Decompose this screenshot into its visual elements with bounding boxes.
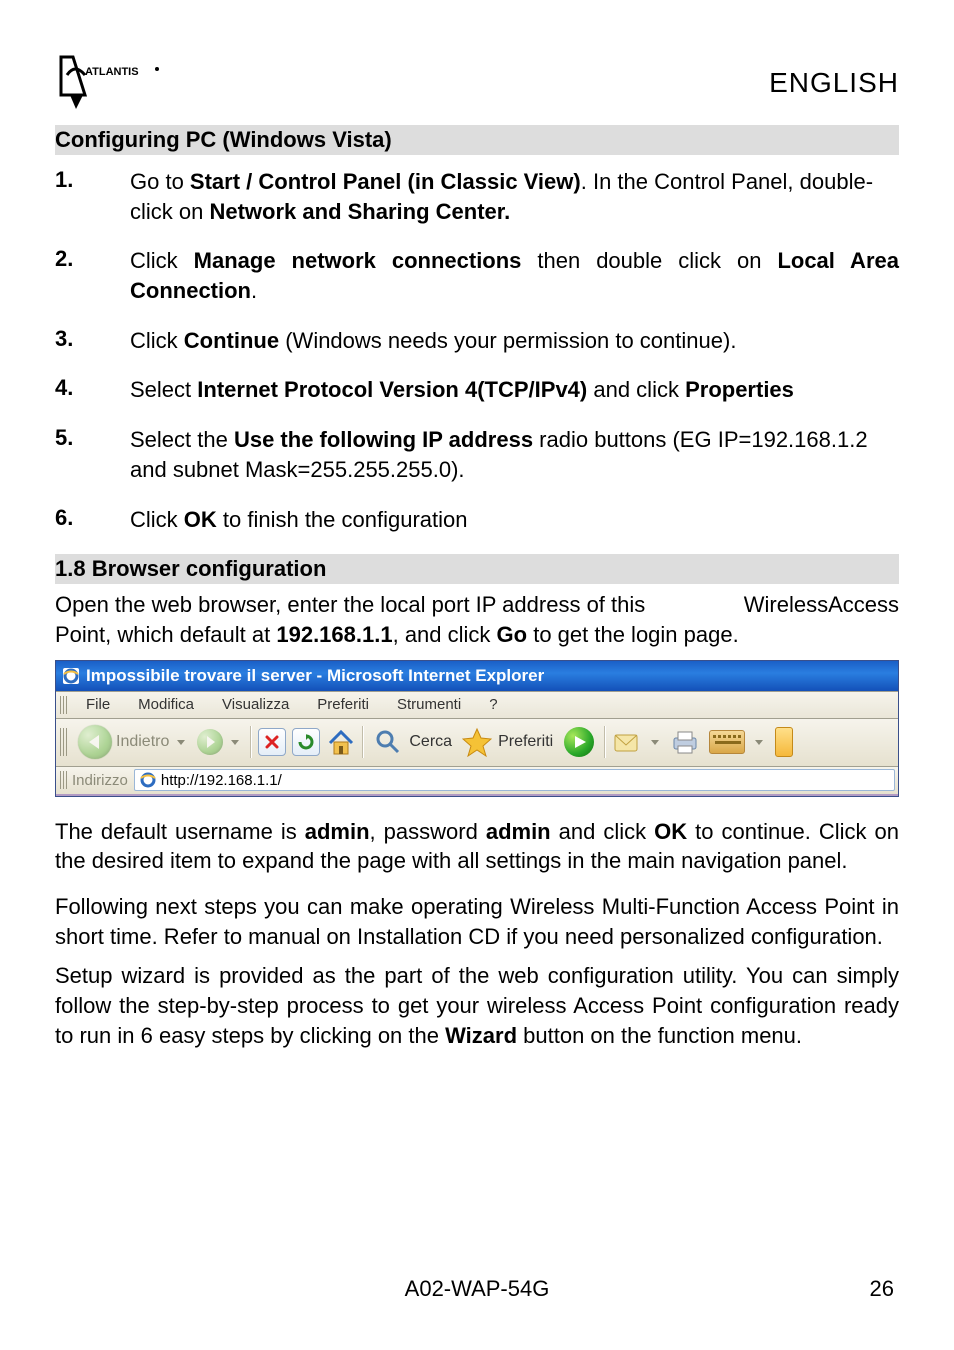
step-num: 1. — [55, 167, 130, 193]
chevron-down-icon — [177, 740, 185, 745]
stop-button[interactable] — [258, 728, 286, 756]
star-icon — [462, 727, 492, 757]
menu-file[interactable]: File — [72, 696, 124, 713]
keyboard-button[interactable] — [707, 730, 767, 754]
favorites-button[interactable]: Preferiti — [460, 727, 553, 757]
para-default-credentials: The default username is admin, password … — [55, 817, 899, 876]
separator — [250, 726, 252, 758]
ie-icon — [62, 667, 80, 685]
refresh-icon — [298, 734, 314, 750]
chevron-down-icon — [231, 740, 239, 745]
home-button[interactable] — [326, 727, 356, 757]
footer: A02-WAP-54G 26 — [0, 1276, 954, 1302]
chevron-down-icon — [755, 740, 763, 745]
step-num: 2. — [55, 246, 130, 272]
extra-button[interactable] — [775, 727, 793, 757]
para-following-steps: Following next steps you can make operat… — [55, 892, 899, 951]
step-body: Click Manage network connections then do… — [130, 246, 899, 305]
step-body: Select Internet Protocol Version 4(TCP/I… — [130, 375, 899, 405]
back-button[interactable]: Indietro — [78, 725, 189, 759]
menu-modifica[interactable]: Modifica — [124, 696, 208, 713]
atlantis-logo: ATLANTIS — [55, 55, 185, 110]
step-body: Click OK to finish the configuration — [130, 505, 899, 535]
intro-paragraph: Open the web browser, enter the local po… — [55, 590, 899, 649]
search-button[interactable]: Cerca — [371, 728, 452, 756]
step-body: Go to Start / Control Panel (in Classic … — [130, 167, 899, 226]
x-icon — [265, 735, 279, 749]
grip-icon — [60, 728, 68, 756]
mail-icon — [613, 729, 643, 755]
home-icon — [326, 727, 356, 757]
print-button[interactable] — [671, 729, 699, 755]
language-label: ENGLISH — [769, 67, 899, 99]
steps-list: 1. Go to Start / Control Panel (in Class… — [55, 167, 899, 534]
media-button[interactable] — [561, 727, 597, 757]
address-input[interactable] — [161, 772, 894, 789]
printer-icon — [671, 729, 699, 755]
menu-strumenti[interactable]: Strumenti — [383, 696, 475, 713]
refresh-button[interactable] — [292, 728, 320, 756]
address-input-wrap[interactable] — [134, 769, 895, 791]
separator — [362, 726, 364, 758]
address-bar: Indirizzo — [56, 767, 898, 796]
separator — [604, 726, 606, 758]
address-label: Indirizzo — [72, 772, 128, 789]
step-body: Select the Use the following IP address … — [130, 425, 899, 484]
step-num: 4. — [55, 375, 130, 401]
menu-visualizza[interactable]: Visualizza — [208, 696, 303, 713]
para-wizard: Setup wizard is provided as the part of … — [55, 961, 899, 1050]
step-num: 5. — [55, 425, 130, 451]
forward-button[interactable] — [197, 729, 243, 755]
svg-text:ATLANTIS: ATLANTIS — [85, 66, 139, 78]
heading-configuring-pc: Configuring PC (Windows Vista) — [55, 125, 899, 155]
grip-icon — [60, 696, 68, 714]
ie-icon — [139, 771, 157, 789]
mail-button[interactable] — [613, 729, 663, 755]
browser-screenshot: Impossibile trovare il server - Microsof… — [55, 660, 899, 797]
grip-icon — [60, 771, 68, 789]
menu-preferiti[interactable]: Preferiti — [303, 696, 383, 713]
chevron-down-icon — [651, 740, 659, 745]
keyboard-icon — [709, 730, 745, 754]
browser-toolbar: Indietro Cerca — [56, 719, 898, 767]
browser-menubar: File Modifica Visualizza Preferiti Strum… — [56, 691, 898, 719]
search-icon — [374, 728, 402, 756]
browser-titlebar: Impossibile trovare il server - Microsof… — [56, 661, 898, 691]
menu-help[interactable]: ? — [475, 696, 511, 713]
step-body: Click Continue (Windows needs your permi… — [130, 326, 899, 356]
media-icon — [564, 727, 594, 757]
page-number: 26 — [870, 1276, 894, 1302]
browser-title: Impossibile trovare il server - Microsof… — [86, 666, 544, 686]
step-num: 6. — [55, 505, 130, 531]
model-number: A02-WAP-54G — [405, 1276, 550, 1302]
heading-browser-config: 1.8 Browser configuration — [55, 554, 899, 584]
step-num: 3. — [55, 326, 130, 352]
